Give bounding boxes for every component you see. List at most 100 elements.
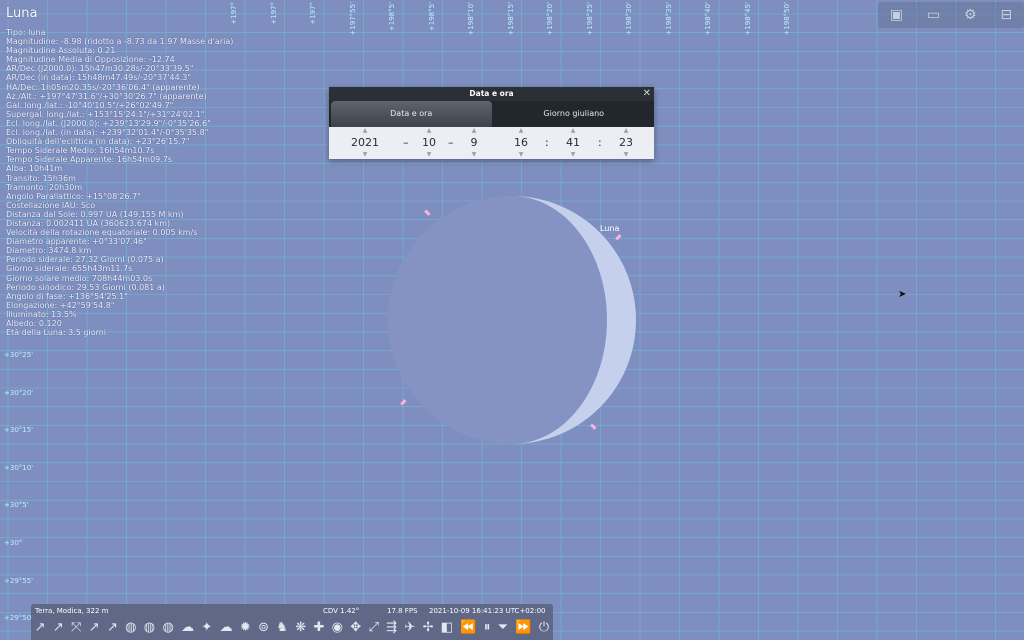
location-status[interactable]: Terra, Modica, 322 m: [35, 607, 108, 615]
time-separator: :: [545, 136, 549, 149]
info-line: Magnitudine Media di Opposizione: -12.74: [6, 55, 175, 65]
toolbar-button-icon[interactable]: ◍: [125, 618, 136, 638]
info-line: Età della Luna: 3.5 giorni: [6, 328, 107, 338]
spin-up-icon[interactable]: ▲: [501, 127, 541, 135]
spin-down-icon[interactable]: ▼: [606, 151, 646, 159]
grid-label-declination: +30°15': [4, 426, 34, 435]
grid-label-azimuth: +197°: [269, 2, 278, 25]
object-info-panel: Luna Tipo: luna Magnitudine: -8.98 (ridot…: [6, 6, 233, 337]
toolbar-button-icon[interactable]: ⏷: [498, 618, 508, 638]
toolbar-button-icon[interactable]: ⏩: [515, 618, 531, 638]
info-line: Diametro: 3474.8 km: [6, 246, 92, 256]
grid-label-declination: +30°: [4, 539, 23, 547]
second-value[interactable]: 23: [606, 135, 646, 151]
toolbar-button-icon[interactable]: ⏸: [484, 618, 491, 638]
toolbar-button-icon[interactable]: ◉: [332, 618, 343, 638]
day-value[interactable]: 9: [454, 135, 494, 151]
toolbar-button-icon[interactable]: ♞: [276, 618, 288, 638]
close-icon[interactable]: ✕: [643, 87, 651, 101]
fullscreen-icon[interactable]: ▣: [890, 7, 903, 23]
toolbar-button-icon[interactable]: ✚: [313, 618, 324, 638]
toolbar-button-icon[interactable]: ☁: [181, 618, 194, 638]
toolbar-button-icon[interactable]: ⏻: [539, 618, 549, 638]
month-value[interactable]: 10: [409, 135, 449, 151]
info-line: Distanza dal Sole: 0.997 UA (149.155 M k…: [6, 209, 184, 219]
tab-date-time[interactable]: Data e ora: [331, 101, 492, 127]
spin-up-icon[interactable]: ▲: [345, 127, 385, 135]
hour-spinner[interactable]: ▲ 16 ▼: [501, 127, 541, 159]
datetime-status[interactable]: 2021-10-09 16:41:23 UTC+02:00: [429, 607, 545, 615]
date-separator: –: [403, 136, 409, 149]
spin-down-icon[interactable]: ▼: [345, 151, 385, 159]
grid-label-azimuth: +198°10': [467, 2, 475, 36]
minute-value[interactable]: 41: [553, 135, 593, 151]
toolbar-button-icon[interactable]: ✈: [404, 618, 415, 638]
grid-label-azimuth: +198°5': [388, 2, 396, 32]
toolbar-button-icon[interactable]: ⤢: [368, 618, 378, 638]
toolbar-button-icon[interactable]: ⤧: [71, 618, 81, 638]
spin-down-icon[interactable]: ▼: [501, 151, 541, 159]
info-line: Magnitudine Assoluta: 0.21: [6, 46, 116, 56]
info-line: Obliquità dell'eclittica (in data): +23°…: [6, 137, 190, 147]
grid-label-declination: +30°10': [4, 463, 34, 472]
toolbar-button-icon[interactable]: ✢: [423, 618, 434, 638]
toolbar-button-icon[interactable]: ✹: [240, 618, 251, 638]
toolbar-button-icon[interactable]: ↗: [107, 618, 118, 638]
minimize-icon[interactable]: ▭: [927, 7, 940, 23]
dialog-tabs: Data e ora Giorno giuliano: [329, 101, 654, 127]
toolbar-button-icon[interactable]: ↗: [89, 618, 100, 638]
toolbar-button-icon[interactable]: ◧: [441, 618, 453, 638]
grid-label-azimuth: +198°25': [585, 2, 594, 36]
year-spinner[interactable]: ▲ 2021 ▼: [345, 127, 385, 159]
spin-down-icon[interactable]: ▼: [409, 151, 449, 159]
toolbar-button-icon[interactable]: ❋: [295, 618, 306, 638]
spin-down-icon[interactable]: ▼: [553, 151, 593, 159]
mouse-cursor-icon: ➤: [898, 289, 907, 300]
grid-label-declination: +29°50': [4, 614, 34, 623]
info-line: Periodo sinodico: 29.53 Giorni (0.081 a): [6, 282, 165, 292]
toolbar-button-icon[interactable]: ☁: [220, 618, 233, 638]
dialog-title: Data e ora: [469, 89, 514, 98]
spin-down-icon[interactable]: ▼: [454, 151, 494, 159]
fov-status: CDV 1.42°: [323, 607, 360, 615]
grid-label-declination: +30°25': [4, 351, 34, 359]
spin-up-icon[interactable]: ▲: [606, 127, 646, 135]
spin-up-icon[interactable]: ▲: [454, 127, 494, 135]
info-line: Tempo Siderale Medio: 16h54m10.7s: [6, 146, 155, 156]
info-line: Ecl. long./lat. (J2000.0): +239°13'29.9"…: [6, 118, 211, 128]
month-spinner[interactable]: ▲ 10 ▼: [409, 127, 449, 159]
info-line: Giorno siderale: 655h43m11.7s: [6, 264, 133, 274]
tab-julian-day[interactable]: Giorno giuliano: [494, 101, 655, 127]
spin-up-icon[interactable]: ▲: [409, 127, 449, 135]
toolbar-button-icon[interactable]: ✦: [201, 618, 212, 638]
dialog-titlebar[interactable]: Data e ora ✕: [329, 87, 654, 101]
date-time-dialog: Data e ora ✕ Data e ora Giorno giuliano …: [329, 87, 654, 159]
grid-label-declination: +29°55': [4, 576, 34, 585]
toolbar-icons: ↗ ↗ ⤧ ↗ ↗ ◍ ◍ ◍ ☁ ✦ ☁ ✹ ⊚ ♞ ❋ ✚ ◉ ✥ ⤢ ⇶ ✈ ✢ ◧ ⏪ ⏸ ⏷ ⏩ ⏻: [31, 618, 553, 638]
exit-icon[interactable]: ⊟: [1000, 7, 1012, 23]
toolbar-button-icon[interactable]: ↗: [35, 618, 46, 638]
info-line: Gal. long./lat.: -10°40'10.5"/+26°02'49.…: [6, 100, 174, 110]
grid-label-azimuth: +198°15': [506, 2, 515, 36]
toolbar-button-icon[interactable]: ↗: [53, 618, 64, 638]
moon-marker: [424, 209, 431, 216]
year-value[interactable]: 2021: [345, 135, 385, 151]
toolbar-button-icon[interactable]: ✥: [350, 618, 361, 638]
toolbar-button-icon[interactable]: ◍: [144, 618, 155, 638]
day-spinner[interactable]: ▲ 9 ▼: [454, 127, 494, 159]
toolbar-button-icon[interactable]: ⏪: [460, 618, 476, 638]
moon-label: Luna: [600, 224, 620, 233]
spin-up-icon[interactable]: ▲: [553, 127, 593, 135]
time-separator: :: [598, 136, 602, 149]
toolbar-button-icon[interactable]: ⇶: [386, 618, 397, 638]
toolbar-button-icon[interactable]: ◍: [162, 618, 173, 638]
hour-value[interactable]: 16: [501, 135, 541, 151]
grid-label-azimuth: +197°: [309, 2, 317, 25]
grid-label-azimuth: +198°50': [783, 2, 791, 36]
grid-label-azimuth: +197°55': [348, 2, 357, 36]
toolbar-button-icon[interactable]: ⊚: [258, 618, 269, 638]
second-spinner[interactable]: ▲ 23 ▼: [606, 127, 646, 159]
settings-icon[interactable]: ⚙: [964, 7, 977, 23]
info-line: Magnitudine: -8.98 (ridotto a -8.73 da 1…: [6, 37, 234, 47]
minute-spinner[interactable]: ▲ 41 ▼: [553, 127, 593, 159]
